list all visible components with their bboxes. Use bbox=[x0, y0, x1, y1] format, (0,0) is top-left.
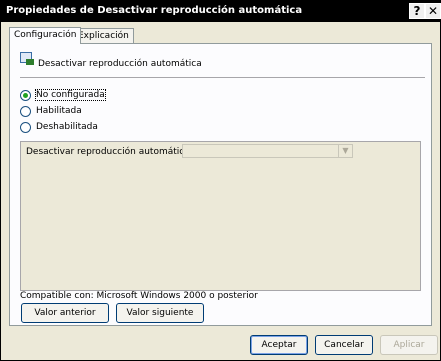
compatibility-text: Compatible con: Microsoft Windows 2000 o… bbox=[20, 291, 258, 301]
autoplay-drive-select: ▼ bbox=[182, 144, 353, 158]
close-button[interactable]: ✕ bbox=[425, 3, 441, 19]
radio-button[interactable] bbox=[20, 106, 31, 117]
previous-setting-button[interactable]: Valor anterior bbox=[21, 303, 109, 323]
radio-label: No configurada bbox=[35, 89, 106, 101]
ok-button[interactable]: Aceptar bbox=[250, 335, 308, 355]
tab-explicacion[interactable]: Explicación bbox=[73, 28, 134, 43]
help-button[interactable]: ? bbox=[409, 3, 425, 19]
help-icon: ? bbox=[413, 4, 421, 18]
properties-dialog: Propiedades de Desactivar reproducción a… bbox=[0, 0, 441, 361]
separator bbox=[20, 77, 425, 78]
radio-label: Habilitada bbox=[36, 106, 82, 116]
cancel-button[interactable]: Cancelar bbox=[315, 335, 373, 355]
title-bar[interactable]: Propiedades de Desactivar reproducción a… bbox=[1, 1, 441, 22]
apply-button: Aplicar bbox=[380, 335, 438, 355]
policy-name: Desactivar reproducción automática bbox=[38, 59, 202, 69]
option-label: Desactivar reproducción automática en: bbox=[26, 147, 207, 157]
next-setting-button[interactable]: Valor siguiente bbox=[116, 303, 204, 323]
chevron-down-icon: ▼ bbox=[338, 145, 352, 157]
close-icon: ✕ bbox=[427, 4, 439, 18]
tab-panel: Desactivar reproducción automática No co… bbox=[9, 43, 432, 326]
window-title: Propiedades de Desactivar reproducción a… bbox=[6, 5, 303, 16]
tab-configuracion[interactable]: Configuración bbox=[9, 27, 82, 44]
radio-label: Deshabilitada bbox=[36, 122, 98, 132]
radio-button[interactable] bbox=[20, 122, 31, 133]
policy-setting-icon bbox=[20, 52, 34, 65]
options-box: Desactivar reproducción automática en: ▼ bbox=[20, 141, 421, 291]
radio-button[interactable] bbox=[20, 90, 31, 101]
